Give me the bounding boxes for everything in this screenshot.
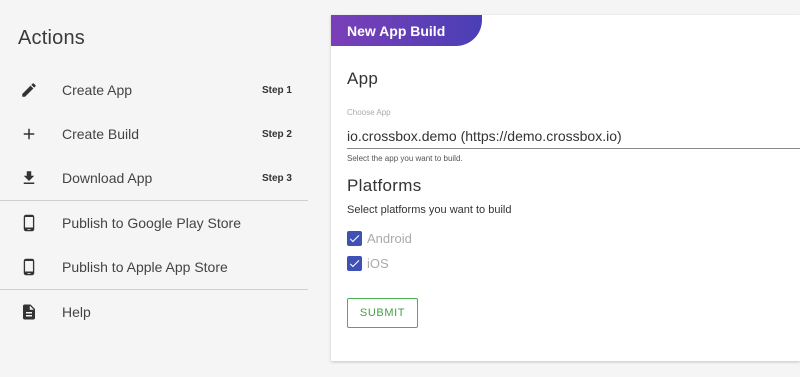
pencil-icon: [19, 80, 39, 100]
menu-item-label: Help: [62, 304, 91, 320]
platforms-description: Select platforms you want to build: [347, 204, 512, 216]
step-badge: Step 1: [261, 84, 292, 96]
app-select-field[interactable]: [347, 123, 800, 149]
ios-checkbox[interactable]: [347, 255, 362, 271]
page: Actions Create App Step 1 Create Build S…: [0, 0, 800, 377]
app-section-heading: App: [347, 69, 379, 88]
menu-item-help[interactable]: Help: [0, 290, 308, 334]
menu-item-label: Create Build: [62, 126, 140, 142]
menu-item-label: Create App: [62, 82, 133, 98]
actions-sidebar: Actions Create App Step 1 Create Build S…: [0, 0, 308, 377]
sidebar-title: Actions: [18, 27, 85, 49]
download-icon: [19, 168, 39, 188]
plus-icon: [19, 124, 39, 144]
app-helper-text: Select the app you want to build.: [347, 154, 463, 163]
actions-menu: Create App Step 1 Create Build Step 2 Do…: [0, 68, 308, 334]
submit-button[interactable]: SUBMIT: [347, 298, 418, 328]
android-checkbox-row[interactable]: Android: [347, 229, 412, 247]
ios-checkbox-row[interactable]: iOS: [347, 254, 389, 272]
phone-icon: [19, 213, 39, 233]
step-badge: Step 3: [261, 172, 292, 184]
menu-item-label: Download App: [62, 170, 153, 186]
menu-item-create-build[interactable]: Create Build Step 2: [0, 112, 308, 156]
step-badge: Step 2: [261, 128, 292, 140]
menu-item-create-app[interactable]: Create App Step 1: [0, 68, 308, 112]
platforms-section-heading: Platforms: [347, 176, 422, 195]
menu-item-publish-apple-store[interactable]: Publish to Apple App Store: [0, 245, 308, 289]
choose-app-caption: Choose App: [347, 108, 391, 117]
phone-icon: [19, 257, 39, 277]
new-app-build-card: New App Build App Choose App Select the …: [331, 15, 800, 361]
checkmark-icon: [349, 234, 360, 242]
ios-label: iOS: [367, 255, 389, 271]
android-checkbox[interactable]: [347, 230, 362, 246]
android-label: Android: [367, 230, 412, 246]
menu-item-publish-google-play[interactable]: Publish to Google Play Store: [0, 201, 308, 245]
menu-item-label: Publish to Apple App Store: [62, 259, 228, 275]
document-icon: [19, 302, 39, 322]
card-title-tab: New App Build: [331, 15, 482, 46]
menu-item-label: Publish to Google Play Store: [62, 215, 241, 231]
menu-item-download-app[interactable]: Download App Step 3: [0, 156, 308, 200]
checkmark-icon: [349, 259, 360, 267]
